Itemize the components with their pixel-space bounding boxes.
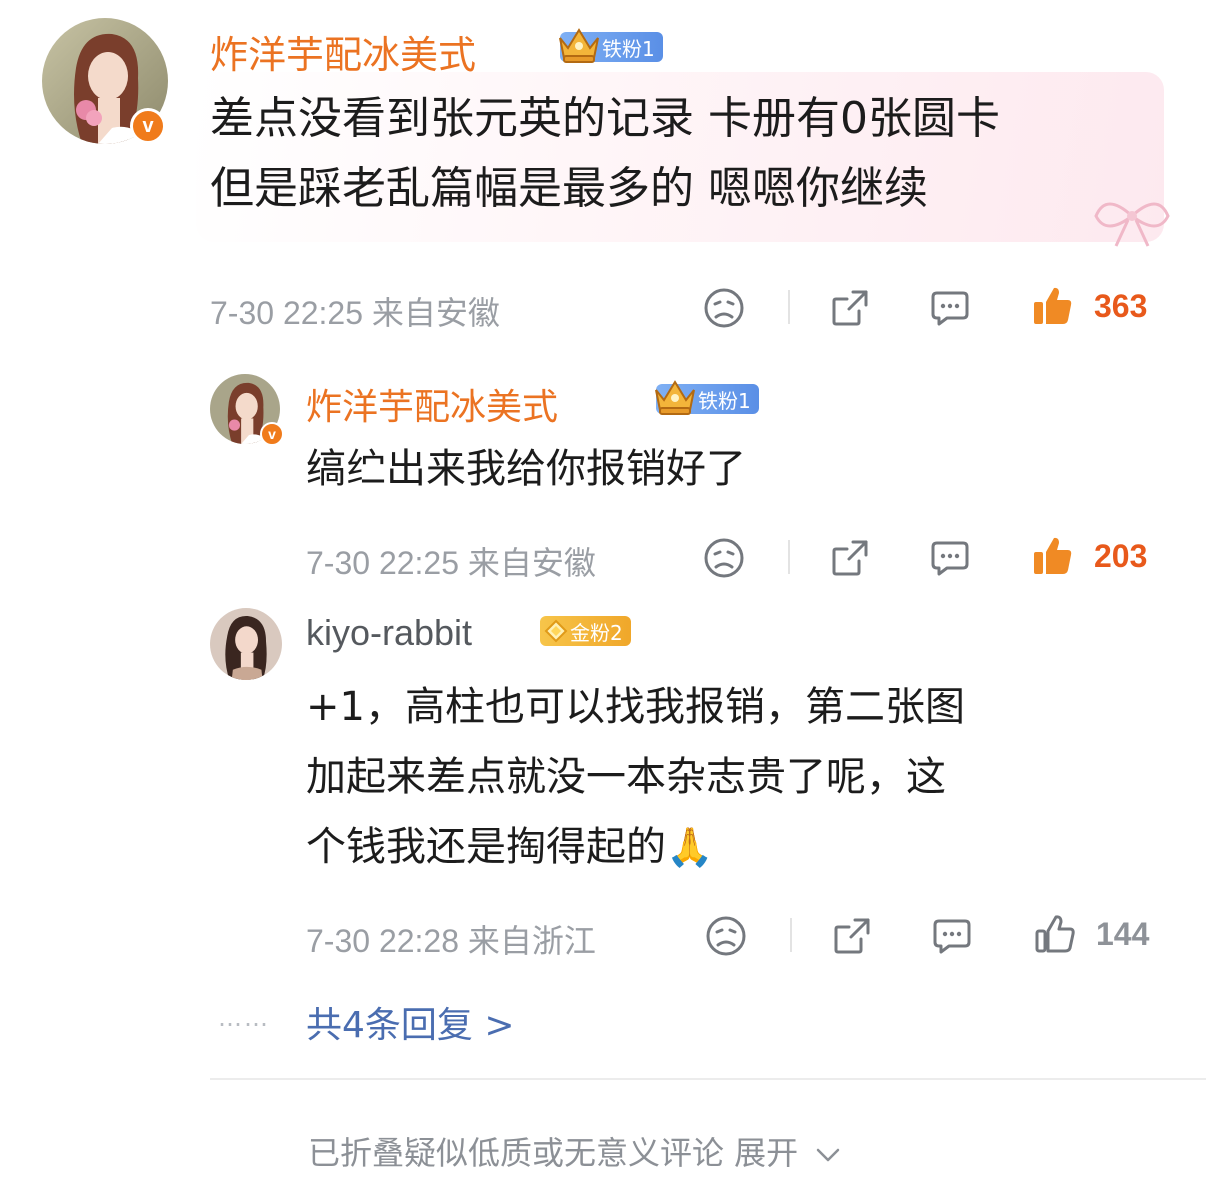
verified-badge-icon: v <box>130 108 166 144</box>
gem-icon <box>544 619 568 648</box>
reply-button[interactable] <box>928 536 972 580</box>
section-divider <box>210 1078 1206 1080</box>
crown-icon <box>652 376 698 421</box>
reply-button[interactable] <box>928 286 972 330</box>
sad-face-icon <box>704 288 744 328</box>
dislike-button[interactable] <box>702 536 746 580</box>
timestamp: 7-30 22:28 来自浙江 <box>306 916 596 962</box>
location-text: 来自安徽 <box>467 545 596 581</box>
timestamp: 7-30 22:25 来自安徽 <box>306 538 596 584</box>
fan-badge[interactable]: 铁粉1 <box>655 380 759 415</box>
reply-text-line: +1，高柱也可以找我报销，第二张图 <box>306 684 965 730</box>
like-button[interactable] <box>1032 910 1078 958</box>
folded-notice-text: 已折叠疑似低质或无意义评论 展开 <box>308 1134 799 1172</box>
username[interactable]: 炸洋芋配冰美式 <box>306 378 558 430</box>
share-button[interactable] <box>828 286 872 330</box>
dislike-button[interactable] <box>702 286 746 330</box>
username[interactable]: kiyo-rabbit <box>306 612 472 654</box>
location-text: 来自安徽 <box>371 295 500 331</box>
fan-badge-label: 铁粉1 <box>698 388 751 413</box>
like-count: 144 <box>1096 916 1150 952</box>
share-icon <box>832 540 868 576</box>
location-text: 来自浙江 <box>467 923 596 959</box>
reply-text-line-3: 个钱我还是掏得起的 <box>306 824 666 870</box>
fan-badge[interactable]: 铁粉1 <box>559 28 663 63</box>
like-count: 203 <box>1094 538 1148 574</box>
like-button[interactable] <box>1030 532 1076 580</box>
crown-icon <box>556 24 602 69</box>
share-button[interactable] <box>830 914 874 958</box>
like-count: 363 <box>1094 288 1148 324</box>
thumbs-up-icon <box>1034 287 1072 324</box>
comment-text-line: 差点没看到张元英的记录 卡册有0张圆卡 <box>210 93 1000 144</box>
ellipsis-dots: …… <box>218 1004 270 1032</box>
chevron-down-icon <box>817 1148 840 1162</box>
dislike-button[interactable] <box>704 914 748 958</box>
thumbs-up-icon <box>1034 537 1072 574</box>
share-icon <box>834 918 870 954</box>
comment-icon <box>933 919 971 954</box>
like-button[interactable] <box>1030 282 1076 330</box>
bow-decoration-icon <box>1094 202 1170 247</box>
share-icon <box>832 290 868 326</box>
comment-text-line: 但是踩老乱篇幅是最多的 嗯嗯你继续 <box>210 163 928 214</box>
view-all-replies-link[interactable]: 共4条回复 > <box>306 996 515 1048</box>
time-text: 7-30 22:25 <box>306 545 460 581</box>
fan-badge-label: 铁粉1 <box>602 36 655 61</box>
comment-icon <box>931 541 969 576</box>
reply-text-line: 加起来差点就没一本杂志贵了呢，这 <box>306 754 946 800</box>
divider <box>788 290 790 324</box>
username[interactable]: 炸洋芋配冰美式 <box>210 24 476 79</box>
share-button[interactable] <box>828 536 872 580</box>
thumbs-up-outline-icon <box>1035 915 1075 953</box>
verified-badge-icon: v <box>260 422 284 446</box>
time-text: 7-30 22:25 <box>210 295 364 331</box>
sad-face-icon <box>704 538 744 578</box>
pray-emoji-icon: 🙏 <box>666 825 714 869</box>
divider <box>788 540 790 574</box>
reply-button[interactable] <box>930 914 974 958</box>
time-text: 7-30 22:28 <box>306 923 460 959</box>
timestamp: 7-30 22:25 来自安徽 <box>210 288 500 334</box>
avatar[interactable] <box>210 608 282 680</box>
comment-icon <box>931 291 969 326</box>
reply-text-line: 个钱我还是掏得起的🙏 <box>306 812 713 882</box>
fan-badge[interactable]: 金粉2 <box>540 616 631 646</box>
reply-text-line: 缟纻出来我给你报销好了 <box>306 446 746 492</box>
folded-comments-toggle[interactable]: 已折叠疑似低质或无意义评论 展开 <box>308 1128 842 1174</box>
fan-badge-label: 金粉2 <box>570 620 623 645</box>
divider <box>790 918 792 952</box>
sad-face-icon <box>706 916 746 956</box>
